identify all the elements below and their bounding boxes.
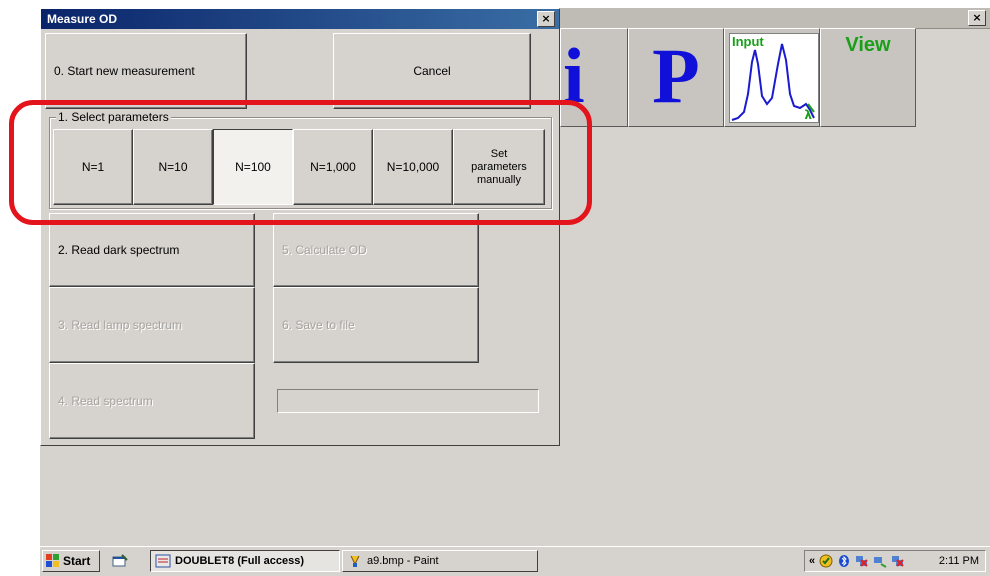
param-n10-button[interactable]: N=10 bbox=[133, 129, 213, 205]
taskbar-clock: 2:11 PM bbox=[938, 555, 979, 567]
desktop-screen: × i P Input λ View Measure OD × 0. Start… bbox=[9, 8, 990, 576]
read-dark-spectrum-button[interactable]: 2. Read dark spectrum bbox=[49, 213, 255, 287]
show-desktop-icon[interactable] bbox=[112, 554, 128, 568]
save-to-file-button[interactable]: 6. Save to file bbox=[273, 287, 479, 363]
background-window-titlebar: × bbox=[560, 8, 990, 29]
security-shield-icon[interactable] bbox=[819, 554, 833, 568]
select-parameters-label: 1. Select parameters bbox=[56, 110, 171, 124]
parameters-tool-button[interactable]: P bbox=[628, 28, 724, 127]
info-letter-icon: i bbox=[563, 32, 585, 119]
param-n100-button[interactable]: N=100 bbox=[213, 129, 293, 205]
bluetooth-icon[interactable] bbox=[837, 554, 851, 568]
calculate-od-button[interactable]: 5. Calculate OD bbox=[273, 213, 479, 287]
measure-od-dialog: Measure OD × 0. Start new measurement Ca… bbox=[40, 8, 560, 446]
start-button[interactable]: Start bbox=[42, 550, 100, 572]
tray-expand-chevron-icon[interactable]: « bbox=[809, 554, 815, 568]
lambda-axis-label: λ bbox=[804, 108, 812, 122]
read-spectrum-button[interactable]: 4. Read spectrum bbox=[49, 363, 255, 439]
start-label: Start bbox=[63, 554, 91, 568]
paint-icon bbox=[350, 555, 360, 567]
background-window-close-button[interactable]: × bbox=[968, 10, 986, 26]
taskbar-paint-button[interactable]: a9.bmp - Paint bbox=[342, 550, 538, 572]
system-tray: « 2:11 PM bbox=[804, 550, 986, 572]
info-tool-button[interactable]: i bbox=[560, 28, 628, 127]
spectrum-graph-icon: Input λ bbox=[729, 33, 819, 123]
taskbar-doublet8-label: DOUBLET8 (Full access) bbox=[175, 555, 304, 567]
measurement-progress-bar bbox=[277, 389, 539, 413]
network-connection-icon[interactable] bbox=[873, 554, 887, 568]
network-error-icon[interactable] bbox=[891, 554, 905, 568]
set-parameters-manually-button[interactable]: Set parameters manually bbox=[453, 129, 545, 205]
view-tool-button[interactable]: View bbox=[820, 28, 916, 127]
param-n1000-button[interactable]: N=1,000 bbox=[293, 129, 373, 205]
start-new-measurement-button[interactable]: 0. Start new measurement bbox=[45, 33, 247, 109]
windows-logo-icon bbox=[46, 554, 60, 568]
param-n10000-button[interactable]: N=10,000 bbox=[373, 129, 453, 205]
view-tool-label: View bbox=[845, 34, 891, 56]
cancel-button[interactable]: Cancel bbox=[333, 33, 531, 109]
read-lamp-spectrum-button[interactable]: 3. Read lamp spectrum bbox=[49, 287, 255, 363]
taskbar: Start DOUBLET8 (Full access) a9.bmp - Pa… bbox=[40, 546, 990, 576]
taskbar-paint-label: a9.bmp - Paint bbox=[367, 555, 439, 567]
background-toolbar: i P Input λ View bbox=[560, 28, 990, 128]
network-disconnected-icon[interactable] bbox=[855, 554, 869, 568]
dialog-title: Measure OD bbox=[47, 12, 118, 26]
taskbar-doublet8-button[interactable]: DOUBLET8 (Full access) bbox=[150, 550, 340, 572]
dialog-titlebar: Measure OD × bbox=[41, 9, 559, 29]
parameters-letter-icon: P bbox=[652, 32, 700, 119]
input-tool-label: Input bbox=[732, 34, 764, 49]
dialog-close-button[interactable]: × bbox=[537, 11, 555, 27]
param-n1-button[interactable]: N=1 bbox=[53, 129, 133, 205]
network-app-icon bbox=[155, 554, 171, 568]
input-tool-button[interactable]: Input λ bbox=[724, 28, 820, 127]
